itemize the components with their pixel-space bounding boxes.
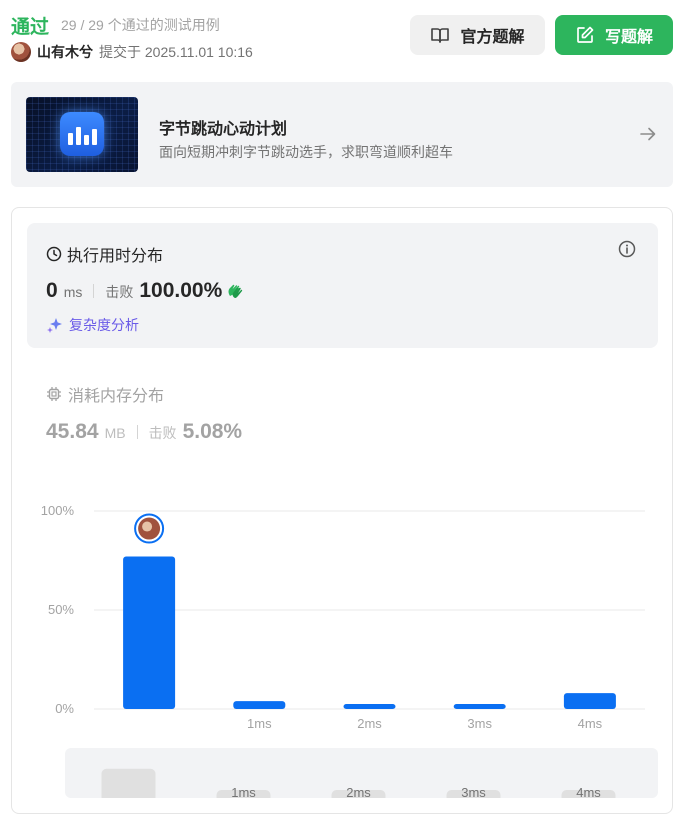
chart-bar xyxy=(343,704,396,709)
runtime-values: 0 ms 击败 100.00% xyxy=(46,279,246,303)
y-tick-label: 0% xyxy=(55,701,74,716)
x-tick-label: 3ms xyxy=(467,716,492,731)
official-solution-button[interactable]: 官方题解 xyxy=(410,15,545,55)
test-cases-count: 29 / 29 个通过的测试用例 xyxy=(61,17,220,33)
memory-title-text: 消耗内存分布 xyxy=(68,388,165,405)
arrow-right-icon[interactable] xyxy=(638,124,658,144)
navigator-svg: 1ms 2ms 3ms 4ms xyxy=(101,768,616,798)
status-label: 通过 xyxy=(11,17,50,38)
chart-bar xyxy=(453,704,506,709)
chart-bar xyxy=(233,701,286,709)
chart-bar xyxy=(563,693,616,709)
memory-title[interactable]: 消耗内存分布 xyxy=(46,382,164,406)
memory-beat-label: 击败 xyxy=(148,425,177,441)
runtime-title: 执行用时分布 xyxy=(46,242,163,266)
edit-icon xyxy=(577,26,594,43)
runtime-beat-value: 100.00% xyxy=(139,279,223,302)
y-tick-label: 50% xyxy=(48,602,74,617)
runtime-unit: ms xyxy=(63,284,83,300)
runtime-value: 0 xyxy=(46,279,58,302)
runtime-beat-label: 击败 xyxy=(105,284,134,300)
runtime-panel[interactable]: 执行用时分布 0 ms 击败 100.00% 复杂度分析 xyxy=(27,223,658,348)
chart-range-navigator[interactable]: 1ms 2ms 3ms 4ms xyxy=(65,748,658,798)
memory-values: 45.84 MB 击败 5.08% xyxy=(46,420,242,444)
runtime-distribution-chart[interactable]: 0% 50% 100% 1ms 2ms 3ms 4ms xyxy=(12,478,672,743)
memory-value: 45.84 xyxy=(46,420,99,443)
runtime-title-text: 执行用时分布 xyxy=(67,248,164,265)
banner-title: 字节跳动心动计划 xyxy=(159,121,288,138)
author-name[interactable]: 山有木兮 xyxy=(37,42,93,62)
promo-banner[interactable]: 字节跳动心动计划 面向短期冲刺字节跳动选手，求职弯道顺利超车 xyxy=(11,82,673,187)
navigator-tick-label: 1ms xyxy=(231,785,256,798)
memory-beat-value: 5.08% xyxy=(182,420,243,443)
author-row: 山有木兮 提交于 2025.11.01 10:16 xyxy=(11,42,253,62)
write-solution-label: 写题解 xyxy=(604,29,653,46)
avatar[interactable] xyxy=(11,42,31,62)
chart-bar xyxy=(123,556,176,709)
navigator-tick-label: 2ms xyxy=(346,785,371,798)
navigator-bar xyxy=(101,768,156,798)
bytedance-logo-icon xyxy=(60,112,104,156)
navigator-tick-label: 4ms xyxy=(576,785,601,798)
write-solution-button[interactable]: 写题解 xyxy=(555,15,673,55)
complexity-analysis-link[interactable]: 复杂度分析 xyxy=(46,315,139,335)
x-tick-label: 1ms xyxy=(247,716,272,731)
performance-card: 执行用时分布 0 ms 击败 100.00% 复杂度分析 消耗内存分布 45.8… xyxy=(11,207,673,814)
submission-header: 通过 29 / 29 个通过的测试用例 山有木兮 提交于 2025.11.01 … xyxy=(11,12,673,66)
clapping-hands-icon xyxy=(228,284,243,299)
complexity-label: 复杂度分析 xyxy=(69,317,139,333)
banner-thumbnail xyxy=(26,97,138,172)
submitted-time: 提交于 2025.11.01 10:16 xyxy=(99,44,253,60)
book-icon xyxy=(431,28,450,43)
user-avatar-face xyxy=(142,521,153,532)
clock-icon xyxy=(46,246,62,262)
y-tick-label: 100% xyxy=(41,503,75,518)
x-tick-label: 4ms xyxy=(578,716,603,731)
official-solution-label: 官方题解 xyxy=(460,29,525,46)
x-tick-label: 2ms xyxy=(357,716,382,731)
chip-icon xyxy=(47,387,61,401)
memory-unit: MB xyxy=(104,425,126,441)
info-icon[interactable] xyxy=(617,239,637,259)
banner-subtitle: 面向短期冲刺字节跳动选手，求职弯道顺利超车 xyxy=(159,144,453,160)
navigator-tick-label: 3ms xyxy=(461,785,486,798)
sparkle-icon xyxy=(47,318,62,333)
